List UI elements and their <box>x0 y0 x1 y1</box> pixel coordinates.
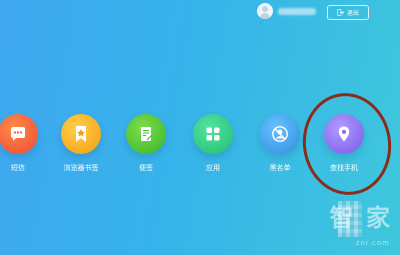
app-apps-label: 应用 <box>206 164 220 172</box>
watermark-url: zni.com <box>355 239 390 247</box>
highlight-circle-annotation <box>296 87 398 201</box>
star-bookmark-icon <box>76 126 86 142</box>
app-notes[interactable]: 便签 <box>116 114 176 173</box>
note-icon <box>141 127 152 141</box>
watermark-text: 智 家 <box>329 204 392 232</box>
block-user-icon <box>272 126 288 142</box>
app-notes-label: 便签 <box>139 164 153 172</box>
watermark: 智 家 zni.com <box>286 193 396 253</box>
grid-icon <box>206 127 220 141</box>
app-sms[interactable]: 短信 <box>0 114 48 173</box>
app-sms-circle[interactable] <box>0 114 38 154</box>
app-bookmarks-label: 浏览器书签 <box>63 164 99 172</box>
app-notes-circle[interactable] <box>126 114 166 154</box>
app-apps[interactable]: 应用 <box>183 114 243 173</box>
message-dots-icon <box>11 127 25 141</box>
app-blacklist[interactable]: 黑名单 <box>250 114 310 173</box>
app-blacklist-label: 黑名单 <box>269 164 291 172</box>
app-sms-label: 短信 <box>11 164 25 172</box>
app-apps-circle[interactable] <box>193 114 233 154</box>
app-bookmarks[interactable]: 浏览器书签 <box>51 114 111 173</box>
app-bookmarks-circle[interactable] <box>61 114 101 154</box>
app-blacklist-circle[interactable] <box>260 114 300 154</box>
